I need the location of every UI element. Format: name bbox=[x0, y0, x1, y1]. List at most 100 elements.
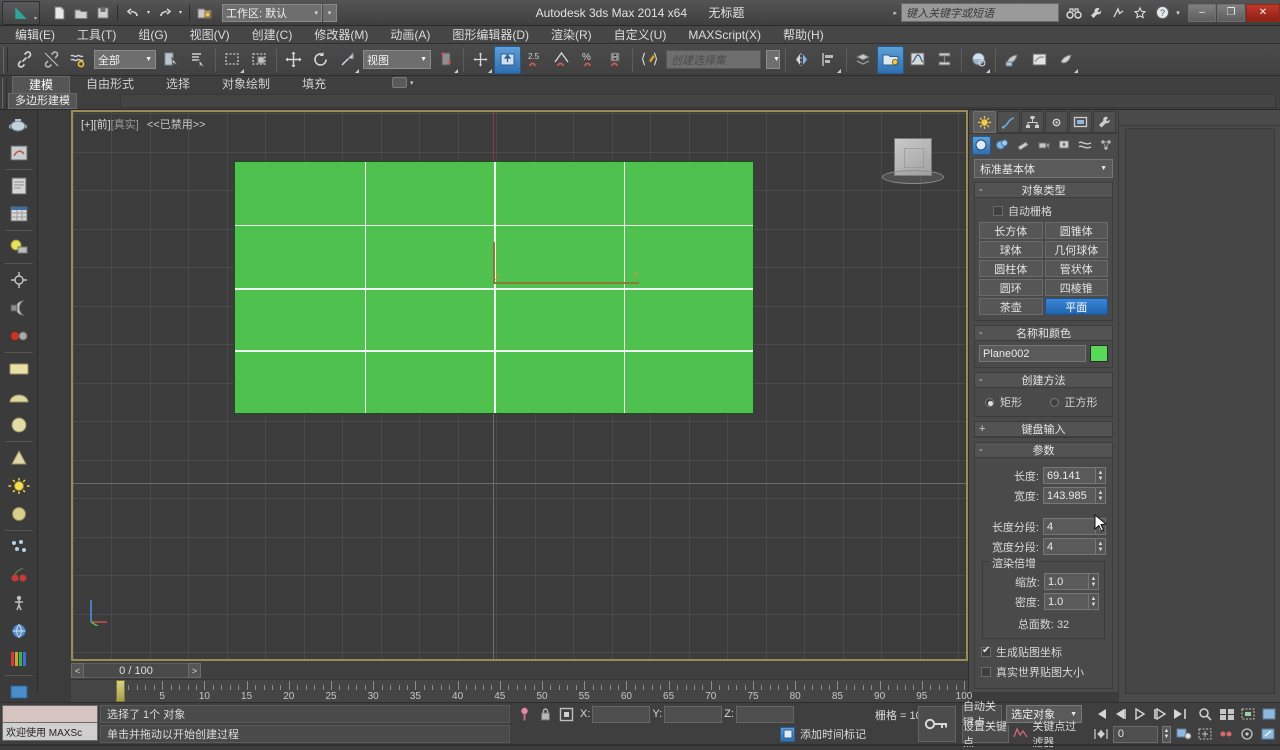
go-to-start-icon[interactable] bbox=[1090, 706, 1109, 723]
create-tab[interactable] bbox=[973, 111, 996, 133]
workspace-selector[interactable]: 工作区: 默认 ▾ bbox=[222, 3, 322, 22]
plane-shape-icon[interactable] bbox=[2, 356, 36, 382]
named-selection-set-dropdown[interactable]: ▼ bbox=[766, 50, 780, 69]
rollout-creation-method-header[interactable]: - 创建方法 bbox=[975, 373, 1112, 388]
time-tag-icon[interactable] bbox=[780, 726, 795, 742]
edit-named-selection-icon[interactable] bbox=[636, 46, 663, 74]
undo-icon[interactable] bbox=[122, 3, 143, 23]
object-button-plane[interactable]: 平面 bbox=[1044, 298, 1108, 315]
param-width-segs-spinner[interactable]: 4 ▲ ▼ bbox=[1043, 538, 1106, 555]
param-scale-spin-buttons[interactable]: ▲ ▼ bbox=[1088, 573, 1099, 590]
coord-z-input[interactable] bbox=[735, 705, 794, 723]
unlink-icon[interactable] bbox=[38, 46, 65, 74]
moon-scene-icon[interactable] bbox=[2, 295, 36, 321]
redo-history-icon[interactable]: ▾ bbox=[176, 3, 185, 23]
open-file-icon[interactable] bbox=[70, 3, 91, 23]
maxscript-mini-listener[interactable]: 欢迎使用 MAXSc bbox=[2, 705, 98, 745]
param-density-value[interactable]: 1.0 bbox=[1044, 593, 1088, 610]
cherry-icon[interactable] bbox=[2, 562, 36, 588]
systems-icon[interactable] bbox=[1096, 136, 1115, 155]
rectangular-selection-region-icon[interactable] bbox=[219, 46, 246, 74]
menu-animation[interactable]: 动画(A) bbox=[379, 26, 441, 44]
undo-history-icon[interactable]: ▾ bbox=[144, 3, 153, 23]
light-hint-icon[interactable] bbox=[2, 234, 36, 260]
menu-help[interactable]: 帮助(H) bbox=[772, 26, 835, 44]
creation-method-square[interactable]: 正方形 bbox=[1044, 392, 1109, 411]
new-file-icon[interactable] bbox=[48, 3, 69, 23]
absolute-mode-toggle-icon[interactable] bbox=[515, 705, 533, 723]
param-scale-value[interactable]: 1.0 bbox=[1044, 573, 1088, 590]
project-folder-icon[interactable] bbox=[194, 3, 215, 23]
sphere-yellow-icon[interactable] bbox=[2, 501, 36, 527]
creation-method-rectangle[interactable]: 矩形 bbox=[979, 392, 1044, 411]
real-world-size-checkbox[interactable] bbox=[981, 667, 991, 677]
viewport-label-view[interactable]: [前] bbox=[94, 119, 111, 131]
window-crossing-icon[interactable] bbox=[246, 46, 273, 74]
lock-selection-icon[interactable] bbox=[536, 705, 554, 723]
select-and-move-icon[interactable] bbox=[280, 46, 307, 74]
layer-manager-icon[interactable] bbox=[850, 46, 877, 74]
pan-icon[interactable] bbox=[1196, 726, 1215, 743]
star-icon[interactable] bbox=[1129, 3, 1151, 23]
param-length-value[interactable]: 69.141 bbox=[1043, 467, 1095, 484]
spreadsheet-icon[interactable] bbox=[2, 201, 36, 227]
gen-map-coords-row[interactable]: 生成贴图坐标 bbox=[979, 643, 1108, 663]
param-length-spin-buttons[interactable]: ▲ ▼ bbox=[1095, 467, 1106, 484]
menu-group[interactable]: 组(G) bbox=[127, 26, 178, 44]
help-icon[interactable]: ? bbox=[1151, 3, 1173, 23]
auto-grid-row[interactable]: 自动栅格 bbox=[979, 202, 1108, 222]
object-button-sphere[interactable]: 球体 bbox=[979, 241, 1043, 258]
use-selection-center-icon[interactable] bbox=[467, 46, 494, 74]
next-key-button[interactable]: > bbox=[188, 663, 201, 678]
ribbon-tab-freeform[interactable]: 自由形式 bbox=[70, 76, 150, 93]
object-name-input[interactable]: Plane002 bbox=[979, 345, 1086, 362]
object-button-teapot[interactable]: 茶壶 bbox=[979, 298, 1043, 315]
param-length-segs-value[interactable]: 4 bbox=[1043, 518, 1095, 535]
wrench-icon[interactable] bbox=[1085, 3, 1107, 23]
subscription-icon[interactable] bbox=[1107, 3, 1129, 23]
object-color-swatch[interactable] bbox=[1090, 345, 1108, 362]
add-time-tag-group[interactable]: 添加时间标记 bbox=[780, 726, 866, 742]
minimize-button[interactable]: – bbox=[1188, 3, 1216, 22]
save-file-icon[interactable] bbox=[92, 3, 113, 23]
ribbon-tab-modeling[interactable]: 建模 bbox=[12, 76, 71, 93]
param-length-segs-spinner[interactable]: 4 ▲ ▼ bbox=[1043, 518, 1106, 535]
display-tab[interactable] bbox=[1069, 111, 1092, 133]
shapes-icon[interactable] bbox=[993, 136, 1012, 155]
geometry-category-dropdown[interactable]: 标准基本体 ▼ bbox=[974, 159, 1113, 178]
close-button[interactable]: ✕ bbox=[1246, 3, 1280, 22]
align-icon[interactable] bbox=[816, 46, 843, 74]
help-dropdown-icon[interactable]: ▾ bbox=[1173, 3, 1183, 23]
orbit-icon[interactable] bbox=[1217, 726, 1236, 743]
chevron-right-icon[interactable]: ▸ bbox=[889, 9, 901, 17]
viewport-label-plus[interactable]: [+] bbox=[81, 119, 94, 131]
maxscript-input-line[interactable] bbox=[2, 705, 98, 723]
camera-red-icon[interactable] bbox=[2, 323, 36, 349]
sun-light-icon[interactable] bbox=[2, 473, 36, 499]
motion-tab[interactable] bbox=[1045, 111, 1068, 133]
timeline-ruler[interactable]: 5 10 15 20 25 30 35 40 45 50 55 60 65 70 75 80 85 90 95 100 bbox=[71, 679, 972, 702]
zoom-region-icon[interactable] bbox=[1259, 706, 1278, 723]
menu-create[interactable]: 创建(C) bbox=[241, 26, 304, 44]
add-time-tag-label[interactable]: 添加时间标记 bbox=[800, 726, 866, 742]
radio-rectangle[interactable] bbox=[985, 397, 994, 407]
go-to-end-icon[interactable] bbox=[1170, 706, 1189, 723]
radio-square[interactable] bbox=[1049, 397, 1059, 407]
menu-maxscript[interactable]: MAXScript(X) bbox=[677, 26, 772, 44]
schematic-view-icon[interactable] bbox=[931, 46, 958, 74]
menu-tools[interactable]: 工具(T) bbox=[66, 26, 127, 44]
param-density-spin-buttons[interactable]: ▲ ▼ bbox=[1088, 593, 1099, 610]
object-button-box[interactable]: 长方体 bbox=[979, 222, 1043, 239]
arc-rotate-icon[interactable] bbox=[1238, 726, 1257, 743]
ribbon-grip[interactable] bbox=[2, 78, 7, 108]
viewport-front[interactable]: [+][前][真实] <<已禁用>> Z X bbox=[73, 112, 966, 659]
param-width-segs-value[interactable]: 4 bbox=[1043, 538, 1095, 555]
cone-shape-icon[interactable] bbox=[2, 445, 36, 471]
viewport-label[interactable]: [+][前][真实] <<已禁用>> bbox=[81, 116, 206, 132]
cameras-icon[interactable] bbox=[1034, 136, 1053, 155]
lights-icon[interactable] bbox=[1013, 136, 1032, 155]
dome-shape-icon[interactable] bbox=[2, 384, 36, 410]
workspace-dropdown-button[interactable]: ▾ bbox=[323, 3, 337, 22]
reference-coordinate-dropdown[interactable]: 视图 ▼ bbox=[363, 50, 431, 69]
key-filters-icon[interactable] bbox=[1013, 726, 1028, 743]
